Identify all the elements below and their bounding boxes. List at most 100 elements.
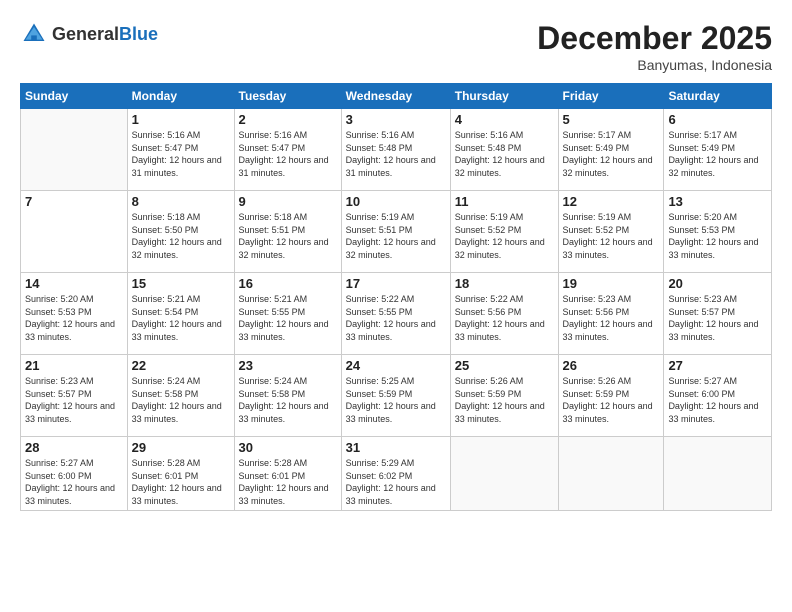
day-number: 28	[25, 440, 123, 455]
day-number: 19	[563, 276, 660, 291]
day-info: Sunrise: 5:28 AM Sunset: 6:01 PM Dayligh…	[132, 457, 230, 507]
calendar-week-row: 21 Sunrise: 5:23 AM Sunset: 5:57 PM Dayli…	[21, 355, 772, 437]
calendar-cell: 29 Sunrise: 5:28 AM Sunset: 6:01 PM Dayli…	[127, 437, 234, 511]
calendar-cell: 8 Sunrise: 5:18 AM Sunset: 5:50 PM Daylig…	[127, 191, 234, 273]
day-info: Sunrise: 5:22 AM Sunset: 5:56 PM Dayligh…	[455, 293, 554, 343]
calendar-cell: 21 Sunrise: 5:23 AM Sunset: 5:57 PM Dayli…	[21, 355, 128, 437]
day-number: 3	[346, 112, 446, 127]
logo-blue: Blue	[119, 24, 158, 44]
day-number: 2	[239, 112, 337, 127]
day-number: 16	[239, 276, 337, 291]
calendar-header-friday: Friday	[558, 84, 664, 109]
calendar-cell: 16 Sunrise: 5:21 AM Sunset: 5:55 PM Dayli…	[234, 273, 341, 355]
calendar-cell: 13Sunrise: 5:20 AM Sunset: 5:53 PM Dayli…	[664, 191, 772, 273]
calendar-body: 1 Sunrise: 5:16 AM Sunset: 5:47 PM Daylig…	[21, 109, 772, 511]
day-info: Sunrise: 5:16 AM Sunset: 5:47 PM Dayligh…	[239, 129, 337, 179]
day-number: 8	[132, 194, 230, 209]
calendar-cell: 24 Sunrise: 5:25 AM Sunset: 5:59 PM Dayli…	[341, 355, 450, 437]
day-number: 21	[25, 358, 123, 373]
day-number: 12	[563, 194, 660, 209]
day-info: Sunrise: 5:23 AM Sunset: 5:57 PM Dayligh…	[25, 375, 123, 425]
calendar-header-saturday: Saturday	[664, 84, 772, 109]
day-info: Sunrise: 5:19 AM Sunset: 5:52 PM Dayligh…	[563, 211, 660, 261]
calendar-cell: 17Sunrise: 5:22 AM Sunset: 5:55 PM Dayli…	[341, 273, 450, 355]
day-info: Sunrise: 5:27 AM Sunset: 6:00 PM Dayligh…	[25, 457, 123, 507]
logo-icon	[20, 20, 48, 48]
day-info: Sunrise: 5:16 AM Sunset: 5:48 PM Dayligh…	[346, 129, 446, 179]
calendar-cell: 3 Sunrise: 5:16 AM Sunset: 5:48 PM Daylig…	[341, 109, 450, 191]
calendar-cell: 25 Sunrise: 5:26 AM Sunset: 5:59 PM Dayli…	[450, 355, 558, 437]
day-number: 1	[132, 112, 230, 127]
day-number: 31	[346, 440, 446, 455]
day-number: 24	[346, 358, 446, 373]
day-number: 23	[239, 358, 337, 373]
day-number: 10	[346, 194, 446, 209]
calendar-cell	[664, 437, 772, 511]
calendar-header-wednesday: Wednesday	[341, 84, 450, 109]
day-info: Sunrise: 5:16 AM Sunset: 5:48 PM Dayligh…	[455, 129, 554, 179]
calendar-header-row: SundayMondayTuesdayWednesdayThursdayFrid…	[21, 84, 772, 109]
day-number: 29	[132, 440, 230, 455]
day-info: Sunrise: 5:17 AM Sunset: 5:49 PM Dayligh…	[668, 129, 767, 179]
day-info: Sunrise: 5:24 AM Sunset: 5:58 PM Dayligh…	[132, 375, 230, 425]
day-info: Sunrise: 5:17 AM Sunset: 5:49 PM Dayligh…	[563, 129, 660, 179]
day-number: 9	[239, 194, 337, 209]
page-header: GeneralBlue December 2025 Banyumas, Indo…	[20, 20, 772, 73]
day-info: Sunrise: 5:23 AM Sunset: 5:57 PM Dayligh…	[668, 293, 767, 343]
day-info: Sunrise: 5:28 AM Sunset: 6:01 PM Dayligh…	[239, 457, 337, 507]
day-number: 30	[239, 440, 337, 455]
calendar-cell: 18 Sunrise: 5:22 AM Sunset: 5:56 PM Dayli…	[450, 273, 558, 355]
day-number: 18	[455, 276, 554, 291]
day-info: Sunrise: 5:20 AM Sunset: 5:53 PM Dayligh…	[25, 293, 123, 343]
day-number: 5	[563, 112, 660, 127]
calendar-cell: 7	[21, 191, 128, 273]
day-number: 11	[455, 194, 554, 209]
calendar-cell: 9 Sunrise: 5:18 AM Sunset: 5:51 PM Daylig…	[234, 191, 341, 273]
day-info: Sunrise: 5:21 AM Sunset: 5:54 PM Dayligh…	[132, 293, 230, 343]
calendar-cell: 30 Sunrise: 5:28 AM Sunset: 6:01 PM Dayli…	[234, 437, 341, 511]
calendar-cell: 23 Sunrise: 5:24 AM Sunset: 5:58 PM Dayli…	[234, 355, 341, 437]
calendar-cell: 19 Sunrise: 5:23 AM Sunset: 5:56 PM Dayli…	[558, 273, 664, 355]
day-info: Sunrise: 5:16 AM Sunset: 5:47 PM Dayligh…	[132, 129, 230, 179]
calendar-cell: 11Sunrise: 5:19 AM Sunset: 5:52 PM Dayli…	[450, 191, 558, 273]
day-info: Sunrise: 5:21 AM Sunset: 5:55 PM Dayligh…	[239, 293, 337, 343]
day-info: Sunrise: 5:26 AM Sunset: 5:59 PM Dayligh…	[563, 375, 660, 425]
day-info: Sunrise: 5:29 AM Sunset: 6:02 PM Dayligh…	[346, 457, 446, 507]
calendar-cell: 15 Sunrise: 5:21 AM Sunset: 5:54 PM Dayli…	[127, 273, 234, 355]
calendar-week-row: 28 Sunrise: 5:27 AM Sunset: 6:00 PM Dayli…	[21, 437, 772, 511]
logo-general: General	[52, 24, 119, 44]
calendar-header-monday: Monday	[127, 84, 234, 109]
calendar-week-row: 14 Sunrise: 5:20 AM Sunset: 5:53 PM Dayli…	[21, 273, 772, 355]
calendar-cell	[21, 109, 128, 191]
day-info: Sunrise: 5:23 AM Sunset: 5:56 PM Dayligh…	[563, 293, 660, 343]
calendar-cell: 26Sunrise: 5:26 AM Sunset: 5:59 PM Dayli…	[558, 355, 664, 437]
day-info: Sunrise: 5:18 AM Sunset: 5:50 PM Dayligh…	[132, 211, 230, 261]
day-info: Sunrise: 5:25 AM Sunset: 5:59 PM Dayligh…	[346, 375, 446, 425]
calendar-table: SundayMondayTuesdayWednesdayThursdayFrid…	[20, 83, 772, 511]
day-info: Sunrise: 5:18 AM Sunset: 5:51 PM Dayligh…	[239, 211, 337, 261]
logo: GeneralBlue	[20, 20, 158, 48]
location-subtitle: Banyumas, Indonesia	[537, 57, 772, 73]
calendar-week-row: 1 Sunrise: 5:16 AM Sunset: 5:47 PM Daylig…	[21, 109, 772, 191]
calendar-header-thursday: Thursday	[450, 84, 558, 109]
day-info: Sunrise: 5:19 AM Sunset: 5:51 PM Dayligh…	[346, 211, 446, 261]
day-number: 15	[132, 276, 230, 291]
calendar-cell: 10 Sunrise: 5:19 AM Sunset: 5:51 PM Dayli…	[341, 191, 450, 273]
calendar-cell: 20Sunrise: 5:23 AM Sunset: 5:57 PM Dayli…	[664, 273, 772, 355]
calendar-cell: 31 Sunrise: 5:29 AM Sunset: 6:02 PM Dayli…	[341, 437, 450, 511]
day-number: 27	[668, 358, 767, 373]
calendar-cell: 22 Sunrise: 5:24 AM Sunset: 5:58 PM Dayli…	[127, 355, 234, 437]
day-number: 13	[668, 194, 767, 209]
calendar-week-row: 78 Sunrise: 5:18 AM Sunset: 5:50 PM Dayli…	[21, 191, 772, 273]
day-info: Sunrise: 5:24 AM Sunset: 5:58 PM Dayligh…	[239, 375, 337, 425]
calendar-cell: 6Sunrise: 5:17 AM Sunset: 5:49 PM Daylig…	[664, 109, 772, 191]
title-section: December 2025 Banyumas, Indonesia	[537, 20, 772, 73]
day-number: 25	[455, 358, 554, 373]
calendar-cell: 2 Sunrise: 5:16 AM Sunset: 5:47 PM Daylig…	[234, 109, 341, 191]
calendar-cell: 28 Sunrise: 5:27 AM Sunset: 6:00 PM Dayli…	[21, 437, 128, 511]
day-number: 22	[132, 358, 230, 373]
calendar-cell: 12 Sunrise: 5:19 AM Sunset: 5:52 PM Dayli…	[558, 191, 664, 273]
day-info: Sunrise: 5:26 AM Sunset: 5:59 PM Dayligh…	[455, 375, 554, 425]
day-info: Sunrise: 5:27 AM Sunset: 6:00 PM Dayligh…	[668, 375, 767, 425]
day-number: 14	[25, 276, 123, 291]
